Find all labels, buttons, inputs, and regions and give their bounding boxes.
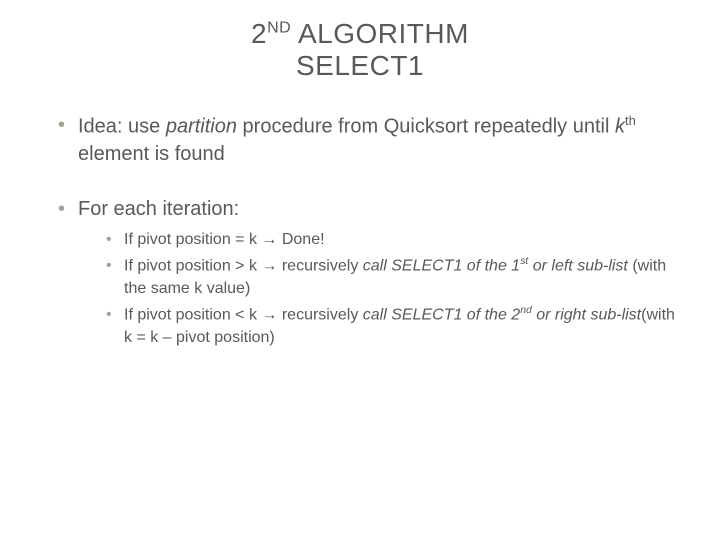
text: procedure from Quicksort repeatedly unti… (237, 116, 615, 138)
bullet-iteration: For each iteration: If pivot position = … (58, 196, 680, 350)
title-prefix: 2 (251, 18, 267, 49)
text: Done! (277, 231, 324, 248)
text: If pivot position = k (124, 231, 261, 248)
sub-bullet-greater: If pivot position > k → recursively call… (106, 255, 680, 300)
bullet-list: Idea: use partition procedure from Quick… (40, 112, 680, 349)
slide-content: Idea: use partition procedure from Quick… (0, 92, 720, 349)
sub-bullet-equal: If pivot position = k → Done! (106, 229, 680, 251)
bullet-idea: Idea: use partition procedure from Quick… (58, 112, 680, 168)
text-sup: nd (520, 305, 532, 316)
text-italic: or right sub-list (532, 306, 641, 323)
text-italic: call SELECT1 of the 2 (363, 306, 520, 323)
title-line-2: SELECT1 (0, 50, 720, 82)
slide-title: 2ND ALGORITHM SELECT1 (0, 0, 720, 92)
text: recursively (277, 257, 362, 274)
sub-bullet-less: If pivot position < k → recursively call… (106, 304, 680, 349)
text-italic: or left sub-list (528, 257, 628, 274)
arrow-icon: → (261, 257, 277, 274)
text: If pivot position < k (124, 306, 261, 323)
title-word: ALGORITHM (291, 18, 469, 49)
text-sup: th (625, 113, 636, 128)
text: For each iteration: (78, 198, 239, 220)
text: If pivot position > k (124, 257, 261, 274)
text-italic: partition (166, 116, 237, 138)
sub-bullet-list: If pivot position = k → Done! If pivot p… (78, 229, 680, 350)
title-line-1: 2ND ALGORITHM (0, 18, 720, 50)
text: Idea: use (78, 116, 166, 138)
text: recursively (277, 306, 362, 323)
arrow-icon: → (261, 306, 277, 323)
text: element is found (78, 143, 225, 165)
text-italic: call SELECT1 of the 1 (363, 257, 520, 274)
arrow-icon: → (261, 231, 277, 248)
text-italic: k (615, 116, 625, 138)
title-ordinal: ND (267, 20, 291, 37)
